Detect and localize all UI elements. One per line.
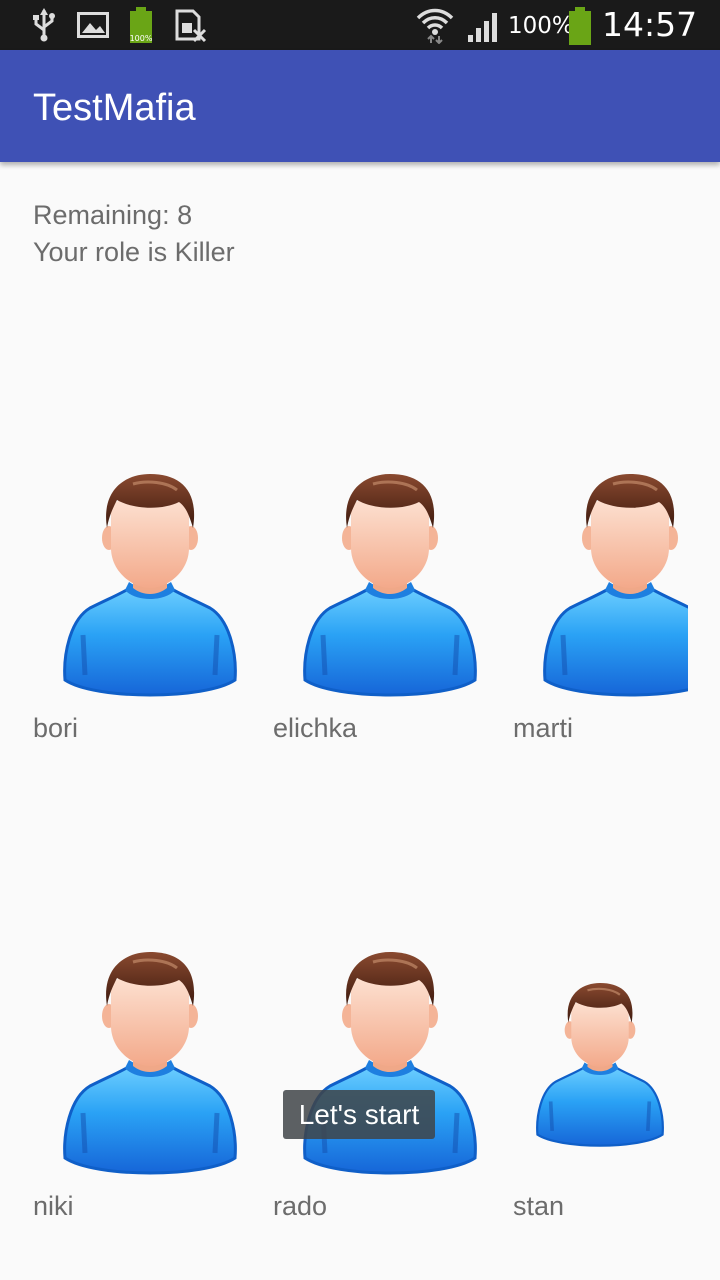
player-name: rado xyxy=(273,1191,328,1221)
player-name: elichka xyxy=(273,713,358,743)
avatar-icon xyxy=(55,948,245,1183)
sim-off-icon xyxy=(175,9,207,43)
signal-icon xyxy=(468,13,497,42)
player-card-stan[interactable]: stan xyxy=(480,948,720,1248)
player-card-bori[interactable]: bori xyxy=(0,470,240,770)
app-title: TestMafia xyxy=(33,87,196,129)
battery-small-icon: 100% xyxy=(130,7,153,43)
player-name: bori xyxy=(33,713,79,743)
battery-icon xyxy=(569,7,591,45)
usb-icon xyxy=(33,8,55,42)
player-name: stan xyxy=(513,1191,565,1221)
remaining-label: Remaining: 8 xyxy=(33,200,193,230)
avatar-icon xyxy=(295,948,485,1183)
avatar-icon xyxy=(55,470,245,705)
player-name: niki xyxy=(33,1191,74,1221)
avatar-icon xyxy=(530,980,670,1153)
player-card-elichka[interactable]: elichka xyxy=(240,470,480,770)
battery-percent: 100% xyxy=(508,13,574,39)
wifi-icon xyxy=(416,8,454,44)
avatar-icon xyxy=(295,470,485,705)
app-bar: TestMafia xyxy=(0,50,720,162)
image-icon xyxy=(77,12,109,38)
player-card-niki[interactable]: niki xyxy=(0,948,240,1248)
svg-text:100%: 100% xyxy=(130,34,153,43)
player-card-marti[interactable]: marti xyxy=(480,470,688,770)
clock: 14:57 xyxy=(602,5,698,44)
player-name: marti xyxy=(513,713,573,743)
avatar-icon xyxy=(535,470,688,705)
toast-message: Let's start xyxy=(283,1090,435,1139)
status-bar: 100% 100% 14:57 xyxy=(0,0,720,50)
role-label: Your role is Killer xyxy=(33,237,235,267)
